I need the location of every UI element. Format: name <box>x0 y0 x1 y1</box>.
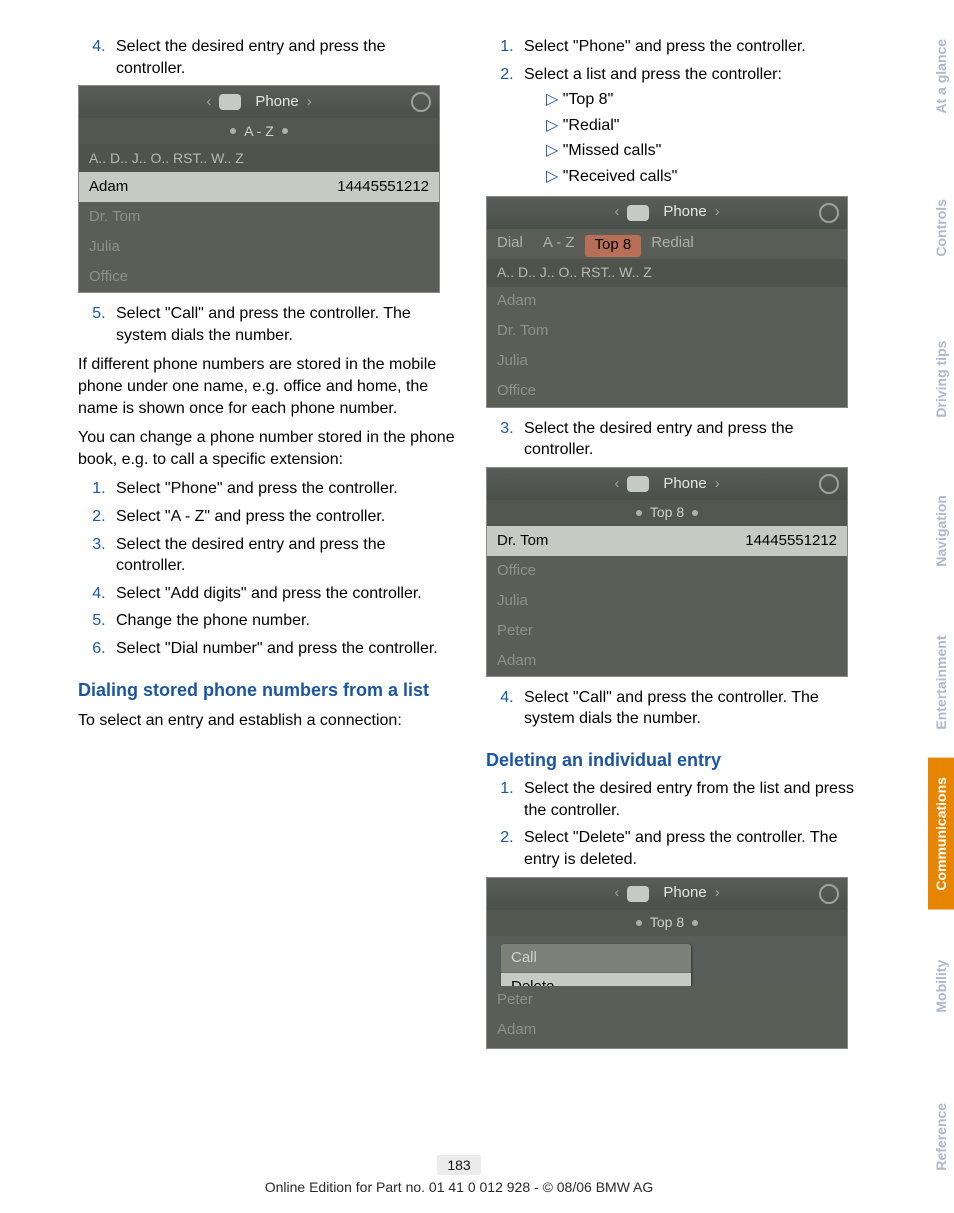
tab-top8-selected: Top 8 <box>585 235 642 257</box>
row: Peter <box>487 616 847 646</box>
bullet: "Received calls" <box>546 166 866 188</box>
r-step-4: Select "Call" and press the controller. … <box>518 687 866 730</box>
row-adam: Adam14445551212 <box>79 172 439 202</box>
left-step-5: Select "Call" and press the controller. … <box>110 303 458 346</box>
li: Select "Phone" and press the controller. <box>110 478 458 500</box>
tab-communications-active[interactable]: Communications <box>928 758 954 910</box>
para-b: You can change a phone number stored in … <box>78 427 458 470</box>
heading-dialing-list: Dialing stored phone numbers from a list <box>78 678 458 702</box>
right-column: Select "Phone" and press the controller.… <box>486 30 866 1059</box>
row: Office <box>487 556 847 586</box>
tab-az: A - Z <box>533 229 585 259</box>
rb-step-1: Select the desired entry from the list a… <box>518 778 866 821</box>
li: Select "Dial number" and press the contr… <box>110 638 458 660</box>
r-step-1: Select "Phone" and press the controller. <box>518 36 866 58</box>
bullet: "Missed calls" <box>546 140 866 162</box>
screenshot-phonebook-a: ‹Phone› A - Z A.. D.. J.. O.. RST.. W.. … <box>78 85 440 293</box>
bullet: "Top 8" <box>546 89 866 111</box>
tab-reference[interactable]: Reference <box>928 1061 954 1213</box>
page-number: 183 <box>437 1155 480 1175</box>
heading-delete-entry: Deleting an individual entry <box>486 748 866 772</box>
row: Adam <box>487 1016 847 1046</box>
li: Select "Add digits" and press the contro… <box>110 583 458 605</box>
footer: 183 Online Edition for Part no. 01 41 0 … <box>0 1155 918 1195</box>
row: Dr. Tom <box>79 202 439 232</box>
row: Office <box>487 377 847 407</box>
tab-entertainment[interactable]: Entertainment <box>928 607 954 759</box>
row: Adam <box>487 646 847 676</box>
row: Dr. Tom <box>487 317 847 347</box>
chapter-tabs: At a glance Controls Driving tips Naviga… <box>928 0 954 1213</box>
left-step-4: Select the desired entry and press the c… <box>110 36 458 79</box>
tab-dial: Dial <box>487 229 533 259</box>
tab-navigation[interactable]: Navigation <box>928 455 954 607</box>
para-a: If different phone numbers are stored in… <box>78 354 458 419</box>
r-step-3: Select the desired entry and press the c… <box>518 418 866 461</box>
footer-line: Online Edition for Part no. 01 41 0 012 … <box>265 1179 654 1195</box>
row: Julia <box>79 232 439 262</box>
row: Julia <box>487 586 847 616</box>
tab-mobility[interactable]: Mobility <box>928 910 954 1062</box>
li: Select the desired entry and press the c… <box>110 534 458 577</box>
tab-at-a-glance[interactable]: At a glance <box>928 0 954 152</box>
tab-controls[interactable]: Controls <box>928 152 954 304</box>
bullet: "Redial" <box>546 115 866 137</box>
row-drtom: Dr. Tom14445551212 <box>487 526 847 556</box>
li: Select "A - Z" and press the controller. <box>110 506 458 528</box>
left-column: Select the desired entry and press the c… <box>78 30 458 1059</box>
popup-call: Call <box>501 944 691 973</box>
para-c: To select an entry and establish a conne… <box>78 710 458 732</box>
rb-step-2: Select "Delete" and press the controller… <box>518 827 866 870</box>
li: Change the phone number. <box>110 610 458 632</box>
tab-driving-tips[interactable]: Driving tips <box>928 303 954 455</box>
screenshot-top8-c: ‹Phone› Top 8 Dr. Tom14445551212 Office … <box>486 467 848 677</box>
tab-redial: Redial <box>641 229 704 259</box>
row: Julia <box>487 347 847 377</box>
screenshot-top8-b: ‹Phone› Dial A - Z Top 8 Redial A.. D.. … <box>486 196 848 408</box>
row: Adam <box>487 287 847 317</box>
r-step-2: Select a list and press the controller: … <box>518 64 866 188</box>
row: Office <box>79 262 439 292</box>
row: Peter <box>487 986 847 1016</box>
screenshot-delete-d: ‹Phone› Top 8 Call Delete Delete all num… <box>486 877 848 1049</box>
